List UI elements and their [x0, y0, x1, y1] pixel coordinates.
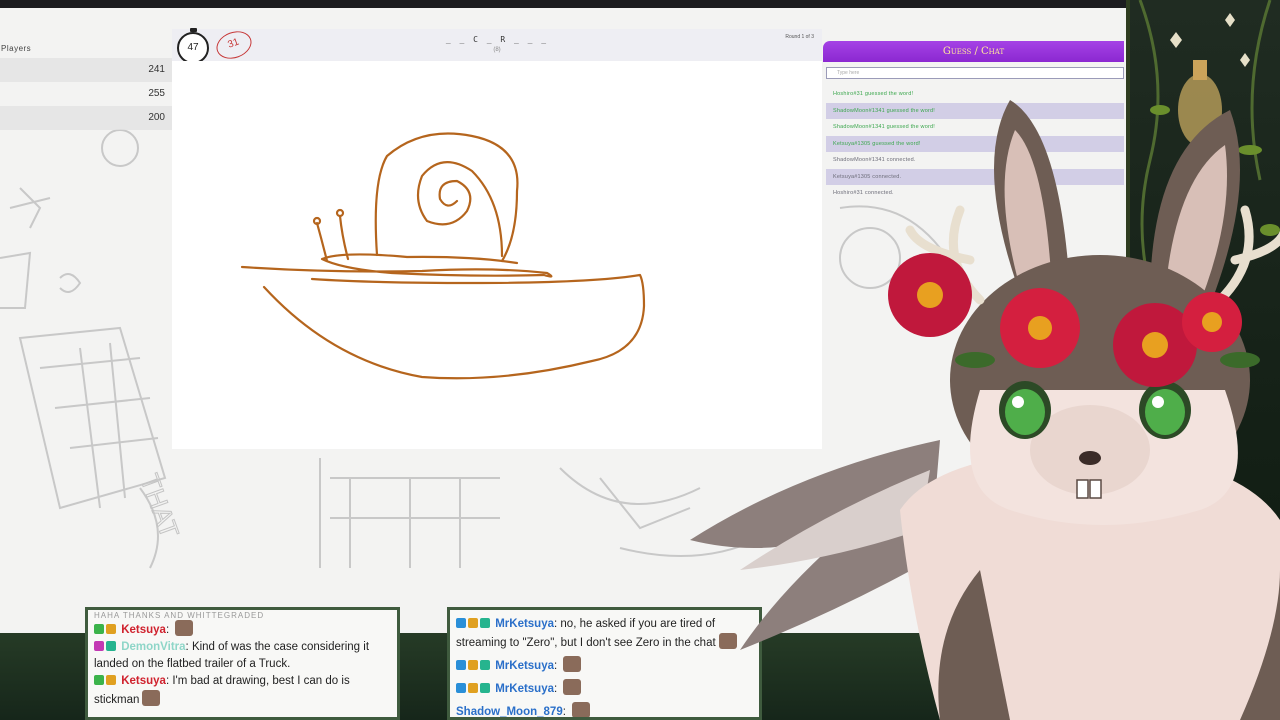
badge-icon [480, 683, 490, 693]
chat-username: DemonVitra [121, 641, 186, 653]
player-score: 255 [148, 88, 165, 99]
chat-username: MrKetsuya [495, 683, 555, 695]
chat-username: Shadow_Moon_879 [456, 706, 563, 718]
window-top-strip [0, 0, 1280, 8]
emote-icon [572, 702, 591, 717]
badge-icon [456, 660, 466, 670]
chat-username: MrKetsuya [495, 618, 555, 630]
player-score-row: 241 [0, 58, 172, 82]
players-panel: Players 241 255 200 [0, 44, 172, 130]
player-score-row: 255 [0, 82, 172, 106]
scribble-badge: 31 [212, 26, 256, 64]
game-header: 47 31 _ _ C _ R _ _ _ (8) Round 1 of 3 [172, 26, 822, 64]
svg-text:THAT: THAT [134, 470, 185, 542]
badge-icon [94, 624, 104, 634]
badge-icon [468, 618, 478, 628]
emote-icon [142, 690, 161, 706]
chat-faded-line: HAHA THANKS AND WHITTEGRADED [94, 611, 265, 620]
badge-icon [480, 618, 490, 628]
player-score: 241 [148, 64, 165, 75]
chat-message: Ketsuya: I'm bad at drawing, best I can … [94, 675, 350, 706]
stream-chat-left: HAHA THANKS AND WHITTEGRADED Ketsuya: De… [85, 607, 400, 720]
badge-icon [106, 641, 116, 651]
badge-icon [106, 624, 116, 634]
word-hint: _ _ C _ R _ _ _ [445, 35, 549, 44]
players-title: Players [1, 44, 32, 53]
chat-message: Ketsuya: [88, 620, 397, 639]
chat-message: DemonVitra: Kind of was the case conside… [94, 641, 370, 670]
bunny-avatar [690, 100, 1280, 720]
badge-icon [468, 683, 478, 693]
badge-icon [106, 675, 116, 685]
word-length: (8) [493, 47, 501, 53]
emote-icon [175, 620, 194, 636]
badge-icon [456, 683, 466, 693]
guess-chat-title: Guess / Chat [823, 41, 1124, 62]
badge-icon [94, 675, 104, 685]
chat-username: Ketsuya [121, 675, 166, 687]
player-score-row: 200 [0, 106, 172, 130]
chat-username: Ketsuya [121, 624, 166, 636]
badge-icon [480, 660, 490, 670]
badge-icon [456, 618, 466, 628]
chat-username: MrKetsuya [495, 660, 555, 672]
emote-icon [563, 679, 582, 695]
badge-icon [94, 641, 104, 651]
guess-input[interactable] [826, 67, 1124, 79]
emote-icon [563, 656, 582, 672]
badge-icon [468, 660, 478, 670]
round-indicator: Round 1 of 3 [785, 34, 814, 40]
player-score: 200 [148, 112, 165, 123]
